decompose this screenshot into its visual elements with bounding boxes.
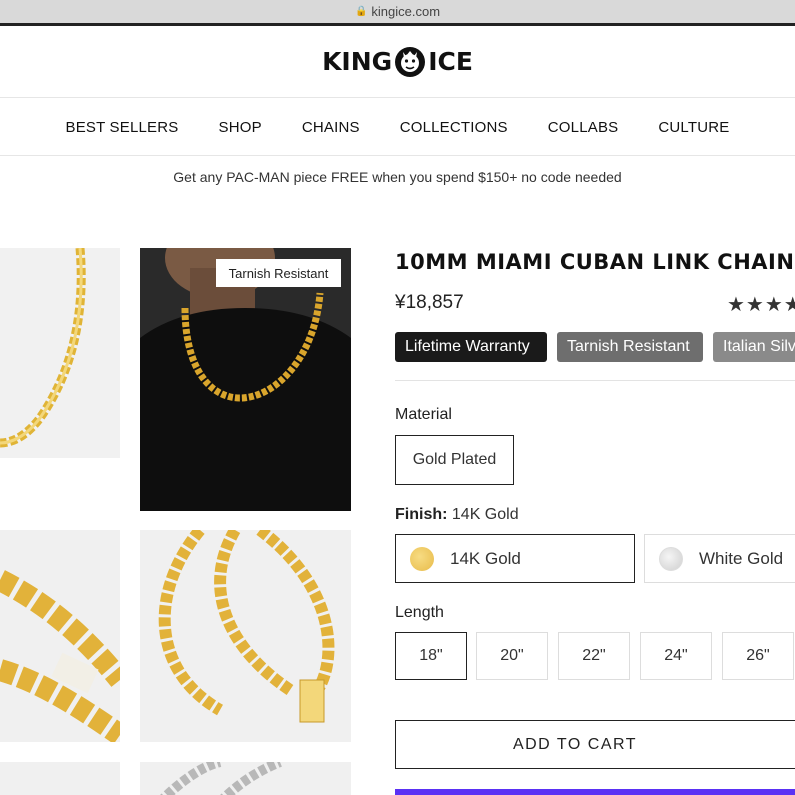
material-option-gold-plated[interactable]: Gold Plated xyxy=(395,435,514,485)
finish-option-label: 14K Gold xyxy=(450,548,521,568)
logo-text-king: KING xyxy=(322,47,393,76)
product-image-1[interactable] xyxy=(0,248,120,458)
nav-culture[interactable]: CULTURE xyxy=(658,119,729,136)
shop-pay-button[interactable] xyxy=(395,789,795,795)
model-photo xyxy=(140,248,351,511)
chain-clasp-image xyxy=(158,530,335,723)
lock-icon: 🔒 xyxy=(354,6,368,17)
gold-swatch-icon xyxy=(410,546,434,571)
nav-best-sellers[interactable]: BEST SELLERS xyxy=(65,119,178,136)
silver-chain-image xyxy=(160,762,282,795)
finish-selected-value: 14K Gold xyxy=(451,506,519,523)
product-image-3[interactable] xyxy=(0,530,120,742)
finish-label-text: Finish: xyxy=(395,506,448,523)
product-image-4[interactable] xyxy=(140,530,351,742)
finish-option-white-gold[interactable]: White Gold xyxy=(644,534,795,583)
length-option-18[interactable]: 18" xyxy=(395,632,467,680)
length-option-22[interactable]: 22" xyxy=(558,632,630,680)
product-title: 10MM MIAMI CUBAN LINK CHAIN xyxy=(395,250,795,274)
length-label: Length xyxy=(395,604,444,621)
product-image-model[interactable] xyxy=(140,248,351,511)
promo-banner: Get any PAC-MAN piece FREE when you spen… xyxy=(173,169,622,185)
logo-text-ice: ICE xyxy=(428,47,473,76)
chain-closeup-image xyxy=(0,570,120,742)
length-option-26[interactable]: 26" xyxy=(722,632,794,680)
feature-lifetime-warranty: Lifetime Warranty xyxy=(395,332,547,362)
length-option-24[interactable]: 24" xyxy=(640,632,712,680)
finish-option-label: White Gold xyxy=(699,548,784,568)
tarnish-resistant-badge: Tarnish Resistant xyxy=(216,259,341,287)
add-to-cart-button[interactable]: ADD TO CART xyxy=(395,720,795,769)
main-nav: BEST SELLERS SHOP CHAINS COLLECTIONS COL… xyxy=(0,99,795,156)
material-label: Material xyxy=(395,406,452,423)
white-gold-swatch-icon xyxy=(659,546,683,571)
browser-url: kingice.com xyxy=(371,4,441,19)
lion-logo-icon xyxy=(395,46,426,77)
finish-option-14k-gold[interactable]: 14K Gold xyxy=(395,534,635,583)
length-option-20[interactable]: 20" xyxy=(476,632,548,680)
feature-tarnish-resistant: Tarnish Resistant xyxy=(557,332,703,362)
product-image-5[interactable] xyxy=(0,762,120,795)
feature-italian-silver: Italian Silver xyxy=(713,332,795,362)
rating-stars[interactable]: ★★★★ xyxy=(727,292,795,317)
product-image-6[interactable] xyxy=(140,762,351,795)
chain-image xyxy=(0,248,86,448)
site-logo[interactable]: KING ICE xyxy=(322,46,473,78)
nav-collections[interactable]: COLLECTIONS xyxy=(400,119,508,136)
browser-address-bar[interactable]: 🔒 kingice.com xyxy=(0,0,795,26)
header: KING ICE xyxy=(0,26,795,98)
nav-collabs[interactable]: COLLABS xyxy=(548,119,619,136)
divider xyxy=(395,380,795,381)
product-price: ¥18,857 xyxy=(395,292,464,313)
nav-chains[interactable]: CHAINS xyxy=(302,119,360,136)
finish-label: Finish: 14K Gold xyxy=(395,506,519,524)
nav-shop[interactable]: SHOP xyxy=(219,119,262,136)
